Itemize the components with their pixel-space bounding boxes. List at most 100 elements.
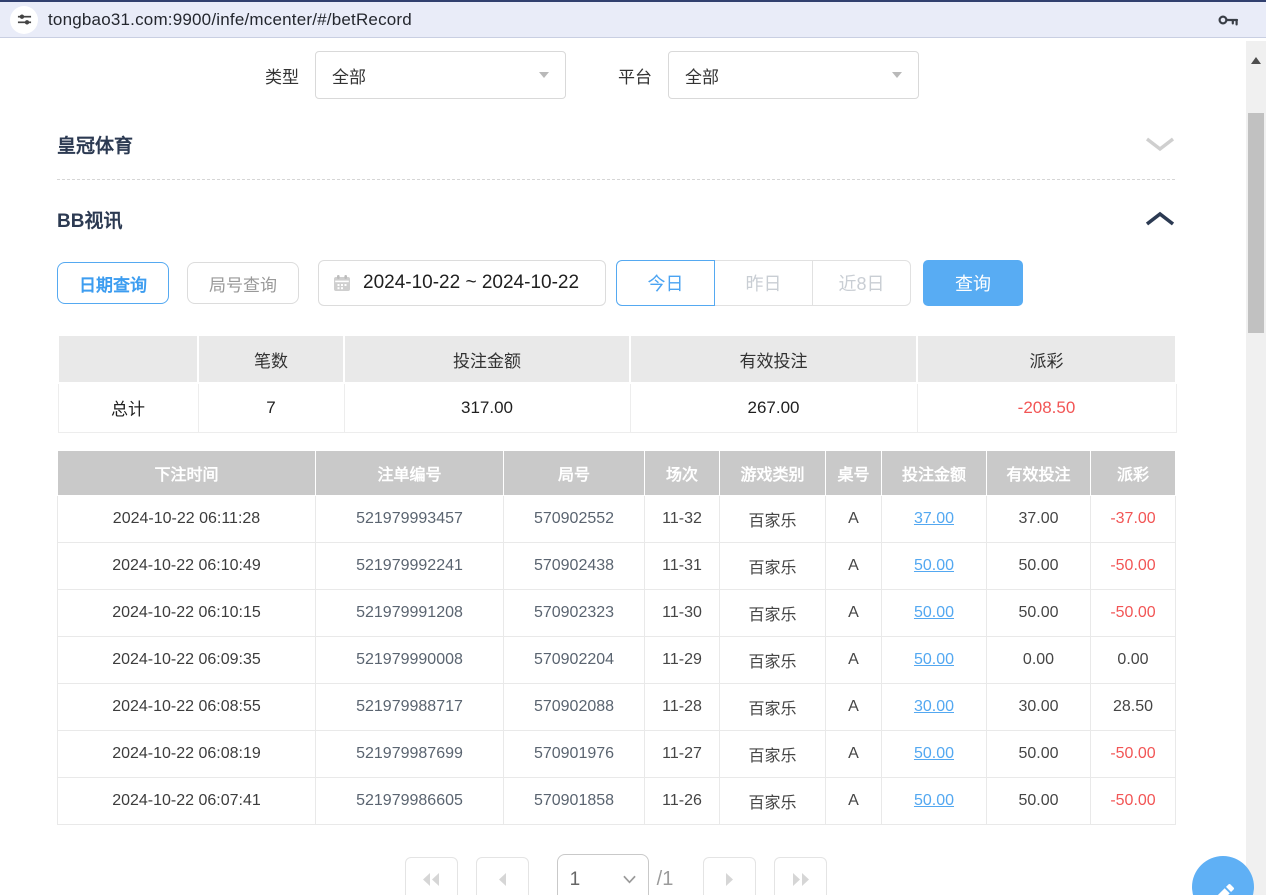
today-button[interactable]: 今日 (616, 260, 715, 306)
cell-bet-amount: 37.00 (882, 495, 987, 542)
column-header: 有效投注 (987, 450, 1091, 495)
column-header: 桌号 (826, 450, 882, 495)
type-filter-select[interactable]: 全部 (315, 51, 566, 99)
search-button[interactable]: 查询 (923, 260, 1023, 306)
divider (57, 179, 1175, 180)
column-header: 投注金额 (882, 450, 987, 495)
right-arrow-icon (723, 872, 737, 887)
last8days-button[interactable]: 近8日 (812, 260, 911, 306)
bet-table-head-row: 下注时间注单编号局号场次游戏类别桌号投注金额有效投注派彩 (58, 450, 1176, 495)
bet-amount-link[interactable]: 50.00 (914, 792, 954, 809)
bet-amount-link[interactable]: 50.00 (914, 604, 954, 621)
cell-valid-bet: 37.00 (987, 495, 1091, 542)
bet-amount-link[interactable]: 30.00 (914, 698, 954, 715)
cell-bet-amount: 30.00 (882, 683, 987, 730)
table-row: 2024-10-22 06:10:49521979992241570902438… (58, 542, 1176, 589)
cell-valid-bet: 50.00 (987, 730, 1091, 777)
round-query-button[interactable]: 局号查询 (187, 262, 299, 304)
cell-table-no: A (826, 495, 882, 542)
cell-payout: -50.00 (1091, 589, 1176, 636)
table-row: 2024-10-22 06:11:28521979993457570902552… (58, 495, 1176, 542)
cell-session: 11-26 (645, 777, 720, 824)
cell-round-no: 570901976 (504, 730, 645, 777)
cell-session: 11-27 (645, 730, 720, 777)
summary-header-payout: 派彩 (917, 335, 1176, 383)
date-range-input[interactable]: 2024-10-22 ~ 2024-10-22 (318, 260, 606, 306)
type-filter-value: 全部 (332, 63, 366, 88)
cell-bet-no: 521979987699 (316, 730, 504, 777)
total-pages-label: /1 (657, 868, 674, 891)
calendar-icon (333, 274, 351, 292)
cell-table-no: A (826, 636, 882, 683)
cell-session: 11-32 (645, 495, 720, 542)
first-page-button[interactable] (405, 857, 458, 895)
cell-round-no: 570902438 (504, 542, 645, 589)
site-settings-icon[interactable] (10, 6, 38, 34)
browser-address-bar[interactable]: tongbao31.com:9900/infe/mcenter/#/betRec… (0, 0, 1266, 38)
bet-amount-link[interactable]: 37.00 (914, 510, 954, 527)
summary-total-row: 总计 7 317.00 267.00 -208.50 (58, 383, 1176, 432)
summary-header-bet-amount: 投注金额 (344, 335, 630, 383)
chevron-down-icon (623, 875, 636, 884)
cell-time: 2024-10-22 06:10:49 (58, 542, 316, 589)
bet-amount-link[interactable]: 50.00 (914, 651, 954, 668)
scrollbar[interactable] (1246, 41, 1266, 895)
cell-valid-bet: 50.00 (987, 542, 1091, 589)
cell-session: 11-30 (645, 589, 720, 636)
bet-amount-link[interactable]: 50.00 (914, 745, 954, 762)
last-page-button[interactable] (774, 857, 827, 895)
scroll-up-arrow[interactable] (1251, 57, 1261, 64)
page-select-value: 1 (570, 869, 581, 891)
cell-game: 百家乐 (720, 542, 826, 589)
section-title-bb-video: BB视讯 (57, 206, 122, 233)
column-header: 派彩 (1091, 450, 1176, 495)
platform-filter-select[interactable]: 全部 (668, 51, 919, 99)
cell-valid-bet: 30.00 (987, 683, 1091, 730)
summary-total-label: 总计 (58, 383, 198, 432)
cell-round-no: 570902204 (504, 636, 645, 683)
chevron-down-icon[interactable] (1145, 136, 1175, 152)
cell-bet-no: 521979990008 (316, 636, 504, 683)
table-row: 2024-10-22 06:08:55521979988717570902088… (58, 683, 1176, 730)
yesterday-button[interactable]: 昨日 (714, 260, 813, 306)
column-header: 游戏类别 (720, 450, 826, 495)
chevron-up-icon[interactable] (1145, 211, 1175, 227)
summary-count-value: 7 (198, 383, 344, 432)
cell-payout: -37.00 (1091, 495, 1176, 542)
bet-record-table: 下注时间注单编号局号场次游戏类别桌号投注金额有效投注派彩 2024-10-22 … (57, 450, 1176, 825)
floating-chat-button[interactable] (1192, 856, 1254, 895)
url-text[interactable]: tongbao31.com:9900/infe/mcenter/#/betRec… (48, 10, 1216, 30)
cell-time: 2024-10-22 06:09:35 (58, 636, 316, 683)
cell-valid-bet: 50.00 (987, 589, 1091, 636)
password-key-icon[interactable] (1216, 8, 1240, 32)
cell-bet-amount: 50.00 (882, 542, 987, 589)
cell-session: 11-29 (645, 636, 720, 683)
bet-record-page: 类型 全部 平台 全部 皇冠体育 BB视讯 日期查询 局号查询 (57, 38, 1175, 895)
cell-session: 11-31 (645, 542, 720, 589)
cell-payout: 0.00 (1091, 636, 1176, 683)
cell-time: 2024-10-22 06:11:28 (58, 495, 316, 542)
cell-table-no: A (826, 683, 882, 730)
date-query-button[interactable]: 日期查询 (57, 262, 169, 304)
column-header: 局号 (504, 450, 645, 495)
column-header: 场次 (645, 450, 720, 495)
section-crown-sports[interactable]: 皇冠体育 (57, 121, 1175, 167)
prev-page-button[interactable] (476, 857, 529, 895)
section-bb-video[interactable]: BB视讯 (57, 196, 1175, 242)
cell-game: 百家乐 (720, 683, 826, 730)
scrollbar-thumb[interactable] (1248, 113, 1264, 333)
platform-filter-label: 平台 (618, 63, 652, 88)
cell-time: 2024-10-22 06:08:19 (58, 730, 316, 777)
next-page-button[interactable] (703, 857, 756, 895)
cell-round-no: 570902552 (504, 495, 645, 542)
cell-table-no: A (826, 777, 882, 824)
summary-valid-bet-value: 267.00 (630, 383, 917, 432)
cell-game: 百家乐 (720, 589, 826, 636)
cell-table-no: A (826, 589, 882, 636)
cell-bet-no: 521979993457 (316, 495, 504, 542)
bet-amount-link[interactable]: 50.00 (914, 557, 954, 574)
column-header: 注单编号 (316, 450, 504, 495)
page-select[interactable]: 1 (557, 854, 649, 895)
cell-game: 百家乐 (720, 730, 826, 777)
cell-round-no: 570902088 (504, 683, 645, 730)
